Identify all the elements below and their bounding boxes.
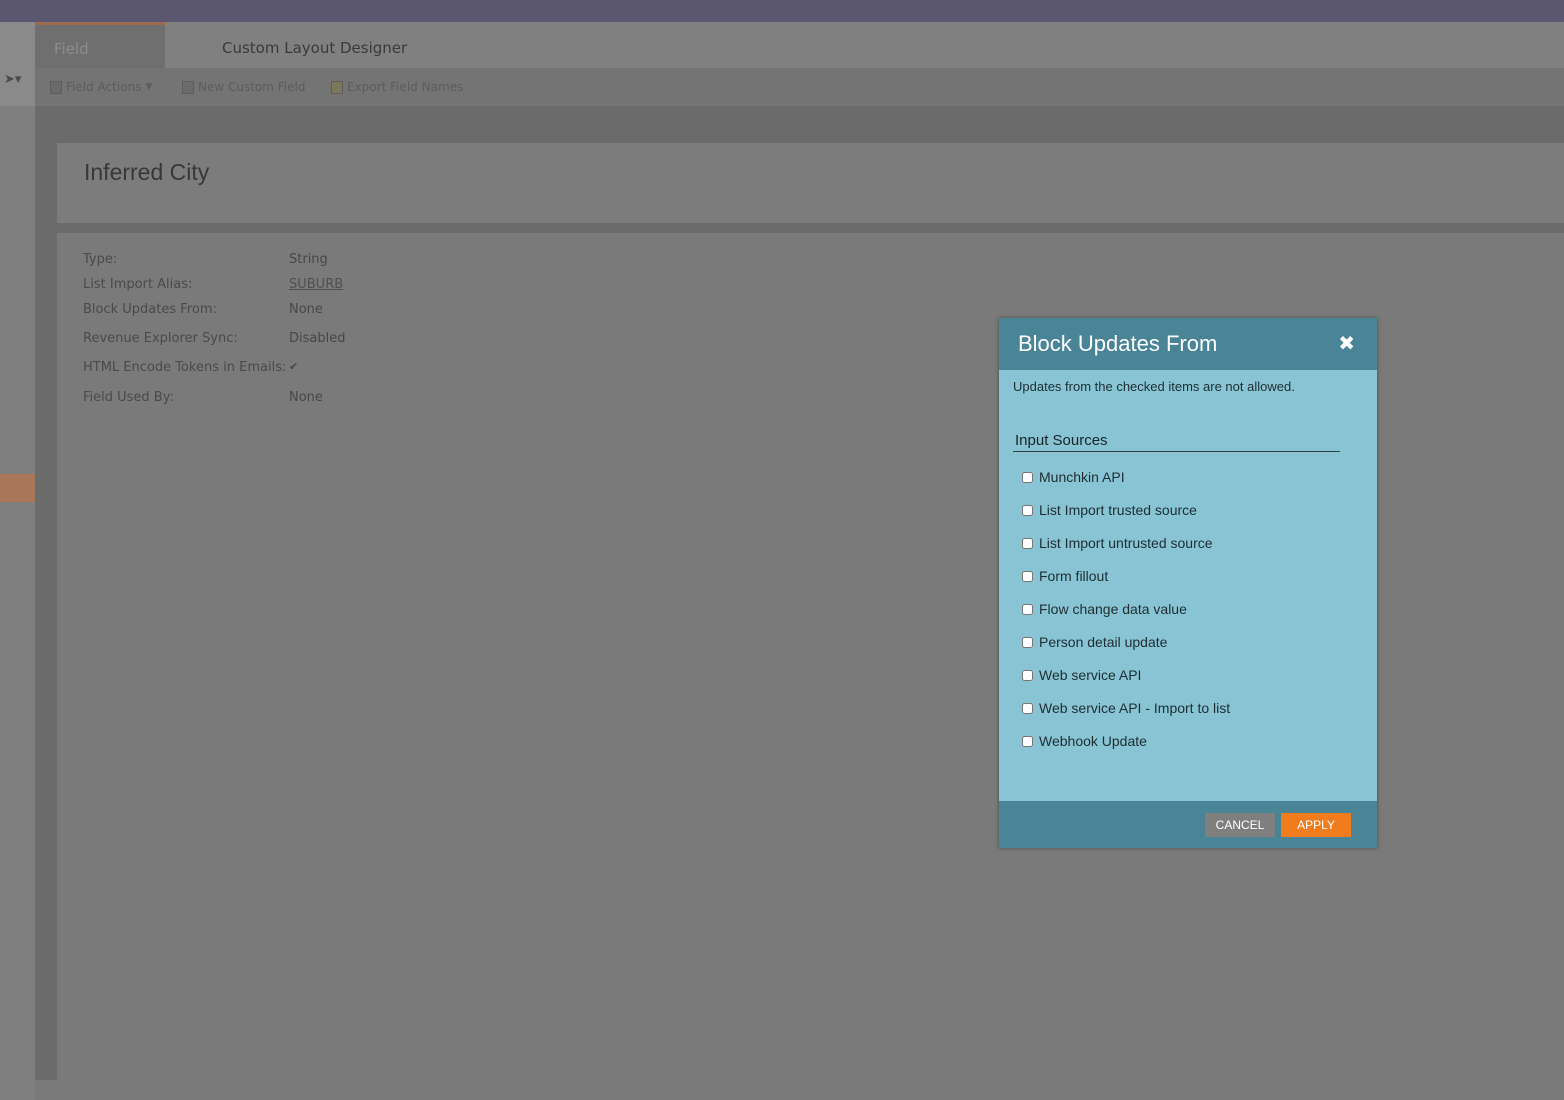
export-field-names-button[interactable]: Export Field Names — [331, 80, 463, 94]
source-flow-change-data-value[interactable]: Flow change data value — [1022, 601, 1230, 634]
checkmark-icon: ✔ — [289, 360, 299, 373]
toolbar: Field Actions ▼ New Custom Field Export … — [35, 68, 1564, 106]
source-checkbox[interactable] — [1022, 538, 1033, 549]
field-title-card: Inferred City — [57, 143, 1564, 223]
detail-row-type: Type: String — [83, 252, 328, 267]
source-checkbox[interactable] — [1022, 736, 1033, 747]
field-actions-label: Field Actions — [66, 80, 142, 94]
detail-label: Revenue Explorer Sync: — [83, 331, 238, 346]
tool-dropdown-icon[interactable]: ➤▾ — [4, 72, 21, 87]
source-label: Person detail update — [1039, 634, 1168, 650]
detail-row-revenue-explorer-sync: Revenue Explorer Sync: Disabled — [83, 331, 345, 346]
source-checkbox[interactable] — [1022, 670, 1033, 681]
detail-row-field-used-by: Field Used By: None — [83, 390, 323, 405]
source-label: Flow change data value — [1039, 601, 1187, 617]
export-icon — [331, 80, 343, 94]
new-field-icon — [182, 80, 194, 94]
detail-label: HTML Encode Tokens in Emails: — [83, 360, 287, 375]
source-checkbox[interactable] — [1022, 505, 1033, 516]
source-person-detail-update[interactable]: Person detail update — [1022, 634, 1230, 667]
detail-value: String — [289, 252, 328, 267]
tab-bar: Field Management Custom Layout Designer — [35, 22, 1564, 106]
page-title: Inferred City — [84, 159, 210, 185]
top-bar — [0, 0, 1564, 22]
detail-value[interactable]: None — [289, 302, 323, 317]
source-checkbox[interactable] — [1022, 637, 1033, 648]
source-web-service-api-import[interactable]: Web service API - Import to list — [1022, 700, 1230, 733]
source-webhook-update[interactable]: Webhook Update — [1022, 733, 1230, 766]
new-custom-field-label: New Custom Field — [198, 80, 306, 94]
source-list-import-trusted[interactable]: List Import trusted source — [1022, 502, 1230, 535]
source-label: Munchkin API — [1039, 469, 1125, 485]
source-checkbox[interactable] — [1022, 571, 1033, 582]
input-sources-heading: Input Sources — [1013, 432, 1340, 452]
source-label: Web service API - Import to list — [1039, 700, 1231, 716]
source-checkbox[interactable] — [1022, 604, 1033, 615]
source-label: List Import trusted source — [1039, 502, 1197, 518]
source-web-service-api[interactable]: Web service API — [1022, 667, 1230, 700]
detail-label: Field Used By: — [83, 390, 174, 405]
source-list-import-untrusted[interactable]: List Import untrusted source — [1022, 535, 1230, 568]
detail-label: Block Updates From: — [83, 302, 217, 317]
block-updates-dialog: Block Updates From ✖ Updates from the ch… — [999, 318, 1377, 848]
source-label: Form fillout — [1039, 568, 1109, 584]
source-label: Webhook Update — [1039, 733, 1147, 749]
detail-row-list-import-alias: List Import Alias: SUBURB — [83, 277, 343, 292]
new-custom-field-button[interactable]: New Custom Field — [182, 80, 305, 94]
detail-value: None — [289, 390, 323, 405]
dialog-title: Block Updates From — [1018, 331, 1218, 356]
dialog-header: Block Updates From ✖ — [999, 318, 1377, 370]
detail-row-html-encode-tokens: HTML Encode Tokens in Emails: ✔ — [83, 360, 298, 375]
detail-row-block-updates-from: Block Updates From: None — [83, 302, 323, 317]
tab-field-management[interactable]: Field Management — [35, 22, 165, 106]
source-checkbox[interactable] — [1022, 472, 1033, 483]
dialog-footer: CANCEL APPLY — [999, 801, 1377, 848]
field-actions-button[interactable]: Field Actions ▼ — [50, 80, 152, 94]
chevron-down-icon: ▼ — [145, 82, 153, 92]
field-actions-icon — [50, 80, 62, 94]
source-munchkin-api[interactable]: Munchkin API — [1022, 469, 1230, 502]
list-import-alias-link[interactable]: SUBURB — [289, 277, 343, 292]
close-icon[interactable]: ✖ — [1338, 332, 1355, 354]
detail-label: List Import Alias: — [83, 277, 193, 292]
detail-value: Disabled — [289, 331, 346, 346]
detail-label: Type: — [83, 252, 118, 267]
source-label: List Import untrusted source — [1039, 535, 1213, 551]
source-label: Web service API — [1039, 667, 1142, 683]
left-rail-active-marker[interactable] — [0, 474, 35, 502]
left-rail: ➤▾ — [0, 22, 35, 1100]
source-form-fillout[interactable]: Form fillout — [1022, 568, 1230, 601]
source-checkbox[interactable] — [1022, 703, 1033, 714]
cancel-button[interactable]: CANCEL — [1205, 813, 1275, 837]
input-sources-list: Munchkin API List Import trusted source … — [1022, 469, 1230, 766]
export-field-names-label: Export Field Names — [347, 80, 464, 94]
apply-button[interactable]: APPLY — [1281, 813, 1351, 837]
tab-custom-layout-designer[interactable]: Custom Layout Designer — [203, 22, 426, 68]
dialog-description: Updates from the checked items are not a… — [1013, 379, 1295, 394]
left-rail-strip — [0, 106, 35, 1100]
